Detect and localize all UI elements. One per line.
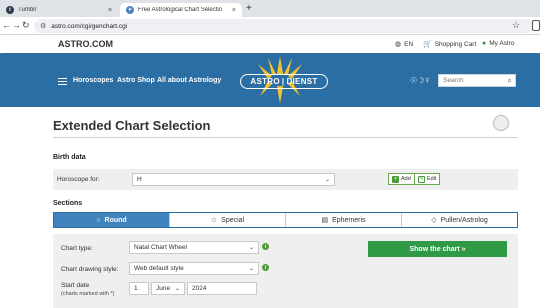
browser-tab-tumblr[interactable]: t Tumblr × xyxy=(0,3,118,17)
site-settings-icon[interactable]: ⚙ xyxy=(40,22,46,30)
planet-symbols-icon: ☉☽☿ xyxy=(410,76,431,85)
close-tab-icon[interactable]: × xyxy=(232,7,236,14)
start-date-note: (charts marked with *) xyxy=(61,291,115,297)
browser-tab-astro[interactable]: ✦ Free Astrological Chart Selectio × xyxy=(120,3,242,17)
search-input[interactable]: Search ⌕ xyxy=(438,74,516,87)
url-field[interactable]: ⚙ astro.com/cgi/genchart.cgi xyxy=(34,19,534,33)
user-icon: ● xyxy=(482,40,487,47)
browser-tab-title: Tumblr xyxy=(18,7,37,13)
site-top-bar: ASTRO.COM ◍ EN 🛒 Shopping Cart ● My Astr… xyxy=(0,35,540,53)
edit-icon: ✎ xyxy=(418,175,425,183)
browser-tab-strip: t Tumblr × ✦ Free Astrological Chart Sel… xyxy=(0,0,540,17)
tab-pullen-astrolog[interactable]: ◇ Pullen/Astrolog xyxy=(402,213,517,227)
birth-data-row: Horoscope for: H ⌄ + Add ✎ Edit xyxy=(53,169,518,190)
start-day-value: 1 xyxy=(134,285,138,292)
show-chart-button[interactable]: Show the chart » xyxy=(368,241,507,257)
drawing-style-label: Chart drawing style: xyxy=(61,266,119,273)
back-arrow-icon[interactable]: ← xyxy=(2,20,11,30)
drawing-style-select[interactable]: Web default style ⌄ xyxy=(129,262,259,275)
start-date-label: Start date xyxy=(61,282,90,289)
chevron-down-icon: ⌄ xyxy=(248,266,254,272)
tab-special[interactable]: ☆ Special xyxy=(170,213,286,227)
edit-button[interactable]: ✎ Edit xyxy=(414,173,441,185)
horoscope-for-value: H xyxy=(137,176,142,183)
close-tab-icon[interactable]: × xyxy=(108,7,112,14)
brand-divider: | xyxy=(281,77,285,86)
start-year-value: 2024 xyxy=(192,285,207,292)
tab-round[interactable]: ○ Round xyxy=(54,213,170,227)
plus-icon: + xyxy=(392,175,399,183)
bookmark-star-icon[interactable]: ☆ xyxy=(512,20,520,31)
nav-all-about-astrology[interactable]: All about Astrology xyxy=(157,77,221,84)
astro-favicon-icon: ✦ xyxy=(126,6,134,14)
astrodienst-logo[interactable]: ASTRO | DIENST xyxy=(240,74,328,89)
start-year-input[interactable]: 2024 xyxy=(187,282,257,295)
cart-label: Shopping Cart xyxy=(434,40,477,48)
add-label: Add xyxy=(401,176,411,182)
chevron-down-icon: ⌄ xyxy=(248,245,254,251)
main-nav-band: Horoscopes Astro Shop All about Astrolog… xyxy=(0,53,540,107)
site-logo[interactable]: ASTRO.COM xyxy=(58,39,113,49)
horoscope-for-label: Horoscope for: xyxy=(57,176,100,183)
shopping-cart-link[interactable]: 🛒 Shopping Cart xyxy=(423,40,477,49)
account-label: My Astro xyxy=(489,40,515,47)
brand-left-text: ASTRO xyxy=(250,77,280,86)
add-button[interactable]: + Add xyxy=(388,173,415,185)
my-astro-link[interactable]: ● My Astro xyxy=(482,40,515,47)
title-divider xyxy=(53,137,518,138)
nav-horoscopes[interactable]: Horoscopes xyxy=(73,77,113,84)
browser-tab-title: Free Astrological Chart Selectio xyxy=(138,7,223,13)
tab-ephemeris[interactable]: ▤ Ephemeris xyxy=(286,213,402,227)
start-month-value: June xyxy=(156,285,171,292)
nav-astro-shop[interactable]: Astro Shop xyxy=(117,77,155,84)
new-tab-button[interactable]: + xyxy=(246,3,252,14)
language-label: EN xyxy=(404,40,414,48)
edit-label: Edit xyxy=(427,176,437,182)
chart-type-value: Natal Chart Wheel xyxy=(134,244,188,251)
extensions-icon[interactable] xyxy=(532,20,540,31)
drawing-style-value: Web default style xyxy=(134,265,184,272)
address-bar-row: ← → ↻ ⚙ astro.com/cgi/genchart.cgi ☆ xyxy=(0,17,540,35)
tab-label: Round xyxy=(104,216,127,224)
diamond-icon: ◇ xyxy=(431,217,437,224)
chevron-down-icon: ⌄ xyxy=(324,177,330,183)
tab-label: Pullen/Astrolog xyxy=(440,216,488,224)
info-icon[interactable]: i xyxy=(262,243,269,250)
birth-data-heading: Birth data xyxy=(53,154,86,161)
globe-icon: ◍ xyxy=(395,41,402,48)
brand-right-text: DIENST xyxy=(286,77,318,86)
forward-arrow-icon[interactable]: → xyxy=(12,20,21,30)
sections-heading: Sections xyxy=(53,200,83,207)
chart-type-select[interactable]: Natal Chart Wheel ⌄ xyxy=(129,241,259,254)
document-icon: ▤ xyxy=(321,217,329,224)
tab-label: Ephemeris xyxy=(332,216,366,224)
url-text: astro.com/cgi/genchart.cgi xyxy=(51,22,128,30)
tab-label: Special xyxy=(221,216,245,224)
cart-icon: 🛒 xyxy=(423,41,432,48)
section-tabs: ○ Round ☆ Special ▤ Ephemeris ◇ Pullen/A… xyxy=(53,212,518,228)
page-title: Extended Chart Selection xyxy=(53,118,211,133)
hamburger-menu-icon[interactable] xyxy=(58,78,67,86)
search-placeholder: Search xyxy=(443,77,464,84)
star-icon: ☆ xyxy=(210,217,218,224)
start-month-select[interactable]: June ⌄ xyxy=(151,282,185,295)
search-icon[interactable]: ⌕ xyxy=(508,76,512,86)
chart-wheel-badge-icon xyxy=(493,115,509,131)
circle-icon: ○ xyxy=(96,216,101,224)
reload-icon[interactable]: ↻ xyxy=(22,20,30,31)
horoscope-for-select[interactable]: H ⌄ xyxy=(132,173,335,186)
info-icon[interactable]: i xyxy=(262,264,269,271)
chevron-down-icon: ⌄ xyxy=(174,286,180,292)
chart-type-label: Chart type: xyxy=(61,245,93,252)
tumblr-favicon-icon: t xyxy=(6,6,14,14)
language-selector[interactable]: ◍ EN xyxy=(395,40,414,49)
start-day-input[interactable]: 1 xyxy=(129,282,149,295)
